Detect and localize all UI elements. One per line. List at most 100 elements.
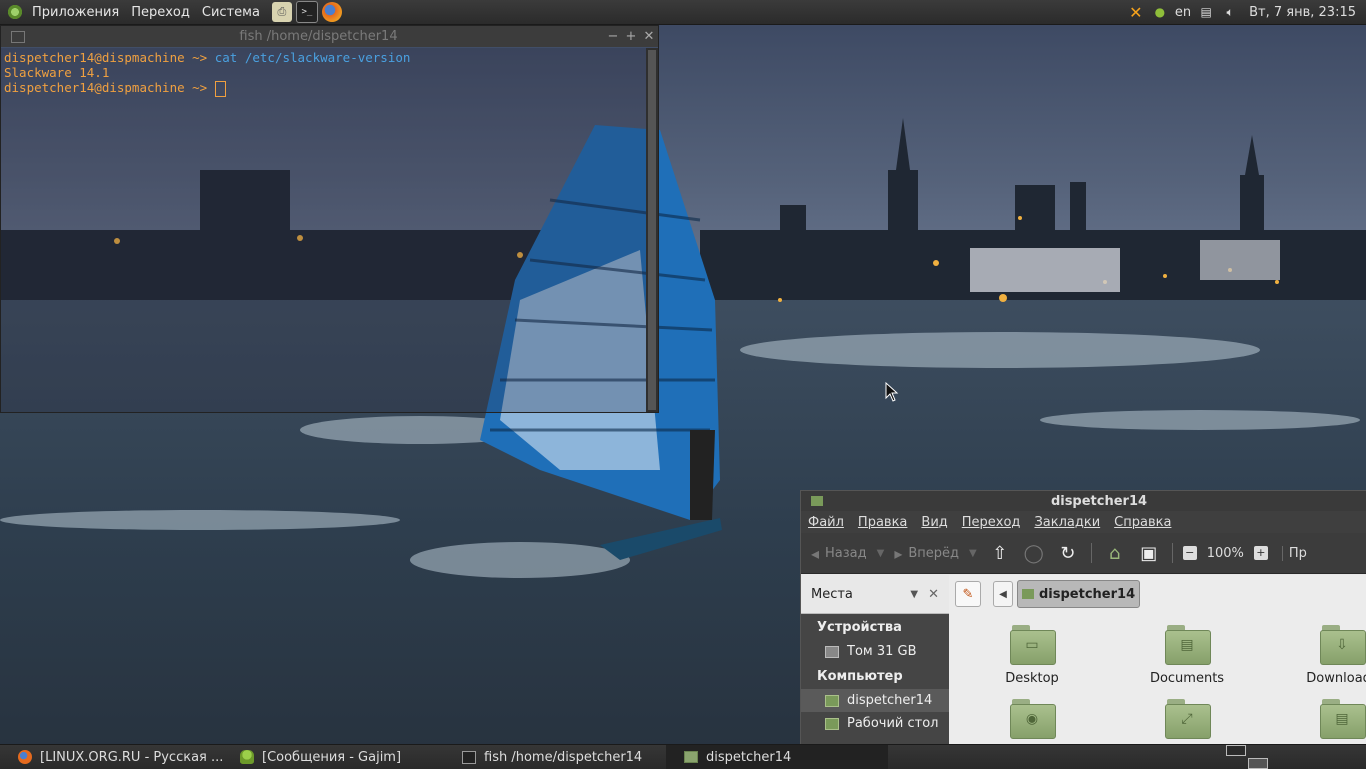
fm-titlebar[interactable]: dispetcher14 — [801, 491, 1366, 511]
printer-icon[interactable]: ⎙ — [271, 2, 292, 22]
clock[interactable]: Вт, 7 янв, 23:15 — [1249, 5, 1356, 20]
stop-icon[interactable]: ◯ — [1023, 542, 1045, 564]
back-button[interactable]: ◂ Назад ▼ — [811, 544, 884, 563]
clipboard-icon[interactable]: ▤ — [1197, 3, 1215, 21]
menu-view[interactable]: Вид — [921, 515, 947, 530]
maximize-button[interactable]: + — [622, 29, 640, 44]
menu-help[interactable]: Справка — [1114, 515, 1171, 530]
terminal-body[interactable]: dispetcher14@dispmachine ~> cat /etc/sla… — [1, 48, 646, 412]
forward-dropdown-icon[interactable]: ▼ — [969, 548, 977, 559]
file-item-documents[interactable]: ▤ Documents — [1132, 625, 1242, 686]
keyboard-layout[interactable]: en — [1175, 5, 1191, 20]
minimize-button[interactable]: − — [604, 29, 622, 44]
chevron-down-icon[interactable]: ▼ — [910, 589, 918, 600]
terminal-titlebar[interactable]: fish /home/dispetcher14 − + ✕ — [1, 26, 658, 47]
terminal-scrollbar[interactable] — [646, 48, 658, 412]
terminal-prompt: dispetcher14@dispmachine ~> — [4, 80, 208, 95]
zoom-level: 100% — [1206, 545, 1244, 561]
sidebar-item-desktop[interactable]: Рабочий стол — [801, 712, 949, 735]
path-bar: ✎ ◀ dispetcher14 — [949, 575, 1366, 613]
gajim-icon — [240, 750, 254, 764]
task-label: [Сообщения - Gajim] — [262, 749, 402, 765]
reload-icon[interactable]: ↻ — [1057, 542, 1079, 564]
folder-icon: ◉ — [1010, 699, 1056, 739]
menu-system[interactable]: Система — [202, 5, 260, 20]
folder-icon: ▤ — [1320, 699, 1366, 739]
folder-icon: ▤ — [1165, 625, 1211, 665]
up-arrow-icon[interactable]: ⇧ — [989, 542, 1011, 564]
firefox-icon[interactable] — [321, 2, 342, 22]
sidebar-section-devices: Устройства — [817, 620, 902, 635]
home-icon[interactable]: ⌂ — [1104, 542, 1126, 564]
workspace-2[interactable] — [1248, 758, 1268, 769]
task-file-manager[interactable]: dispetcher14 — [666, 745, 888, 769]
path-scroll-left-icon[interactable]: ◀ — [993, 581, 1013, 607]
menu-go[interactable]: Переход — [962, 515, 1021, 530]
mouse-pointer-icon — [885, 382, 899, 402]
desktop-folder-icon — [825, 717, 839, 730]
menu-logo-icon[interactable] — [6, 3, 24, 21]
task-gajim[interactable]: [Сообщения - Gajim] — [222, 745, 444, 769]
terminal-line: dispetcher14@dispmachine ~> cat /etc/sla… — [4, 50, 643, 65]
menu-edit[interactable]: Правка — [858, 515, 907, 530]
workspace-1[interactable] — [1226, 745, 1246, 756]
forward-button[interactable]: ▸ Вперёд ▼ — [894, 544, 976, 563]
folder-icon: ⇩ — [1320, 625, 1366, 665]
task-firefox[interactable]: [LINUX.ORG.RU - Русская ... — [0, 745, 222, 769]
scrollbar-thumb[interactable] — [648, 50, 656, 410]
firefox-icon — [18, 750, 32, 764]
forward-arrow-icon: ▸ — [894, 543, 903, 563]
file-item-downloads[interactable]: ⇩ Downloads — [1287, 625, 1366, 686]
menu-applications[interactable]: Приложения — [32, 5, 119, 20]
file-item-templates[interactable]: ▤ — [1287, 699, 1366, 739]
sidebar-mode-select[interactable]: Места — [811, 587, 910, 602]
sidebar-item-label: Том 31 GB — [847, 644, 917, 659]
terminal-line: Slackware 14.1 — [4, 65, 643, 80]
file-item-pictures[interactable]: ◉ — [977, 699, 1087, 739]
edit-location-icon[interactable]: ✎ — [955, 581, 981, 607]
top-panel: Приложения Переход Система ⎙ >_ ✕ ● en ▤… — [0, 0, 1366, 25]
terminal-command: cat /etc/slackware-version — [214, 50, 411, 65]
menu-places[interactable]: Переход — [131, 5, 190, 20]
sidebar-item-home[interactable]: dispetcher14 — [801, 689, 949, 712]
terminal-icon — [462, 750, 476, 764]
back-label: Назад — [825, 545, 867, 561]
back-dropdown-icon[interactable]: ▼ — [877, 548, 885, 559]
folder-icon: ▭ — [1010, 625, 1056, 665]
fm-menubar: Файл Правка Вид Переход Закладки Справка — [801, 511, 1366, 533]
terminal-window: fish /home/dispetcher14 − + ✕ dispetcher… — [0, 25, 659, 413]
back-arrow-icon: ◂ — [811, 543, 820, 563]
file-item-desktop[interactable]: ▭ Desktop — [977, 625, 1087, 686]
drive-icon — [825, 645, 839, 658]
gajim-icon[interactable]: ● — [1151, 3, 1169, 21]
breadcrumb-label: dispetcher14 — [1039, 586, 1136, 602]
menu-file[interactable]: Файл — [808, 515, 844, 530]
taskbar: [LINUX.ORG.RU - Русская ... [Сообщения -… — [0, 744, 1366, 769]
task-terminal[interactable]: fish /home/dispetcher14 — [444, 745, 666, 769]
workspace-switcher[interactable] — [1226, 745, 1268, 769]
folder-window-icon — [811, 496, 823, 506]
sidebar-item-volume[interactable]: Том 31 GB — [801, 640, 949, 663]
close-sidebar-icon[interactable]: ✕ — [928, 587, 939, 602]
sidebar-item-label: dispetcher14 — [847, 693, 933, 708]
home-folder-icon — [825, 694, 839, 707]
menu-bookmarks[interactable]: Закладки — [1034, 515, 1100, 530]
zoom-out-button[interactable]: − — [1182, 546, 1197, 560]
breadcrumb-current[interactable]: dispetcher14 — [1017, 580, 1141, 608]
fm-content: ✎ ◀ dispetcher14 ▭ Desktop ▤ Documents ⇩… — [949, 575, 1366, 745]
file-item-public[interactable]: ⤢ — [1132, 699, 1242, 739]
file-item-label: Desktop — [1005, 671, 1059, 686]
terminal-title: fish /home/dispetcher14 — [239, 29, 398, 44]
file-manager-window: dispetcher14 Файл Правка Вид Переход Зак… — [800, 490, 1366, 746]
system-tray: ✕ ● en ▤ 🔈︎ Вт, 7 янв, 23:15 — [1127, 3, 1366, 22]
zoom-in-button[interactable]: + — [1253, 546, 1268, 560]
toolbar-overflow[interactable]: Пр — [1281, 545, 1307, 561]
network-cross-icon[interactable]: ✕ — [1127, 3, 1145, 22]
computer-icon[interactable]: ▣ — [1138, 542, 1160, 564]
close-button[interactable]: ✕ — [640, 29, 658, 44]
fm-sidebar: Места ▼ ✕ Устройства Том 31 GB Компьютер… — [801, 575, 949, 745]
task-label: [LINUX.ORG.RU - Русская ... — [40, 749, 222, 765]
volume-icon[interactable]: 🔈︎ — [1221, 3, 1239, 21]
terminal-icon[interactable]: >_ — [295, 1, 318, 23]
folder-icon — [684, 751, 698, 763]
